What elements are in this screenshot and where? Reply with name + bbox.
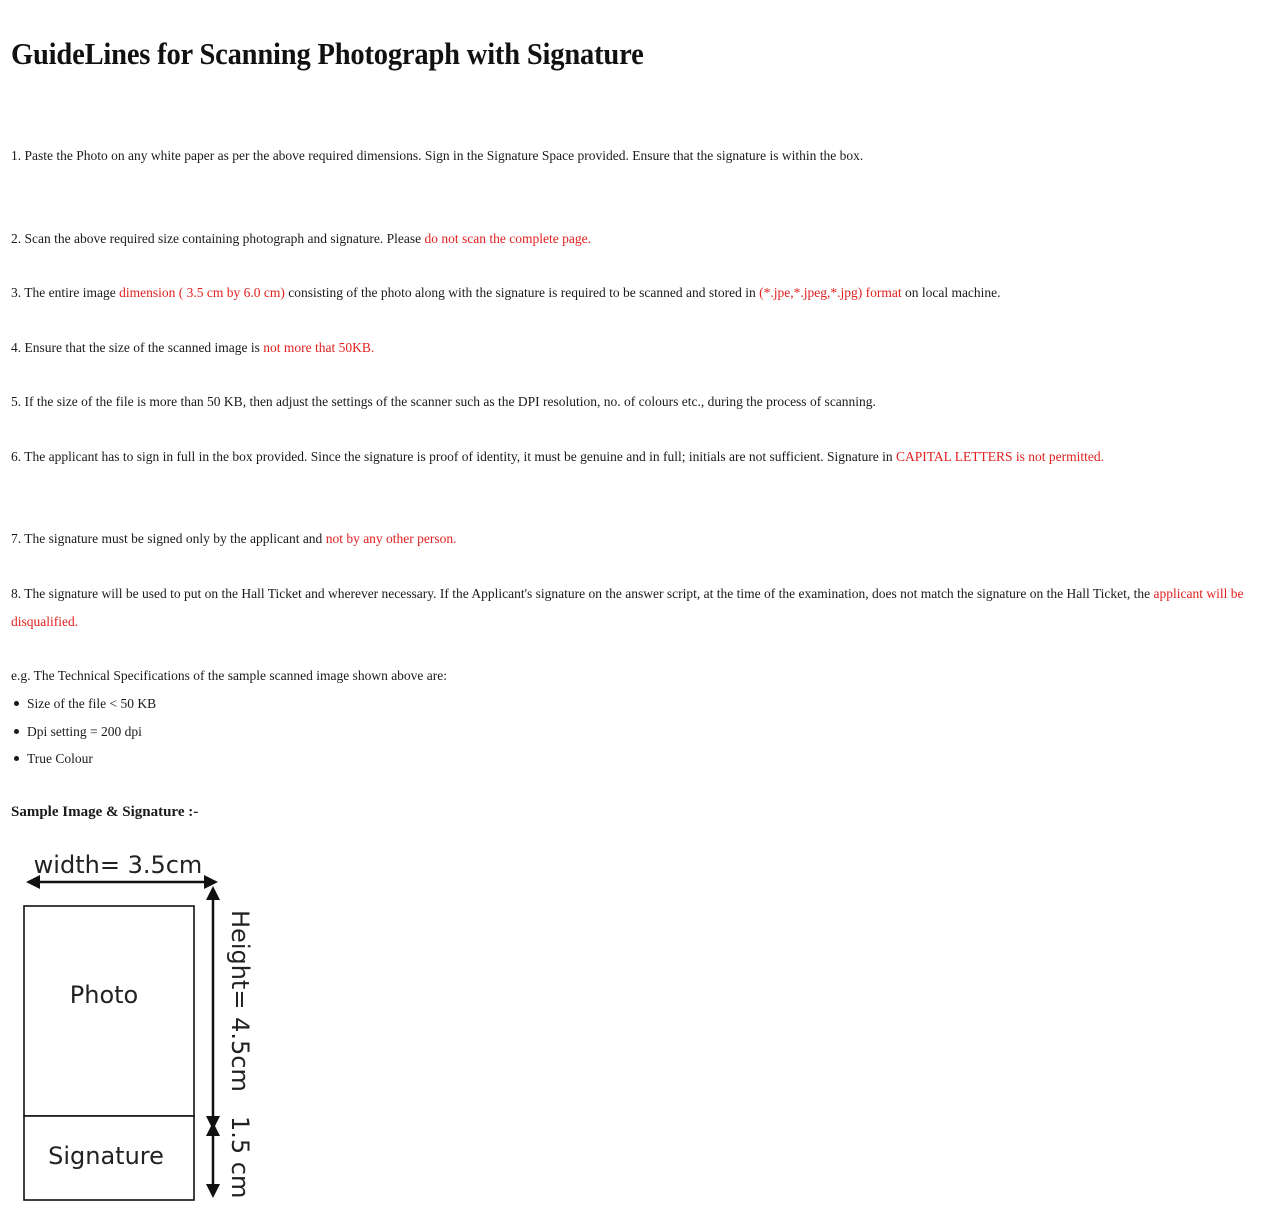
guideline-text: 2. Scan the above required size containi… [11, 231, 425, 246]
guideline-5: 5. If the size of the file is more than … [11, 388, 1269, 416]
signature-height-label: 1.5 cm [226, 1116, 254, 1198]
spec-intro: e.g. The Technical Specifications of the… [11, 668, 448, 683]
guideline-text: 7. The signature must be signed only by … [11, 531, 326, 546]
spec-item-file-size: Size of the file < 50 KB [11, 690, 156, 718]
sample-heading: Sample Image & Signature :- [11, 804, 199, 820]
guideline-8: 8. The signature will be used to put on … [11, 580, 1269, 636]
photo-label: Photo [70, 981, 138, 1009]
guideline-text: 4. Ensure that the size of the scanned i… [11, 340, 264, 355]
height-arrow [206, 886, 220, 1130]
guideline-text: 6. The applicant has to sign in full in … [11, 449, 896, 464]
guideline-text: 3. The entire image [11, 285, 120, 300]
emphasis-text: CAPITAL LETTERS is not permitted. [895, 449, 1104, 464]
spec-item-colour: True Colour [11, 745, 156, 773]
guideline-text: 1. Paste the Photo on any white paper as… [11, 148, 864, 163]
guideline-2: 2. Scan the above required size containi… [11, 225, 1269, 253]
guideline-4: 4. Ensure that the size of the scanned i… [11, 334, 1269, 362]
guideline-text: 5. If the size of the file is more than … [11, 394, 876, 409]
emphasis-text: not by any other person. [325, 531, 457, 546]
page-title: GuideLines for Scanning Photograph with … [11, 36, 644, 71]
emphasis-text: dimension ( 3.5 cm by 6.0 cm) [119, 285, 285, 300]
spec-item-dpi: Dpi setting = 200 dpi [11, 718, 156, 746]
height-label: Height= 4.5cm [226, 910, 254, 1092]
emphasis-text: do not scan the complete page. [424, 231, 591, 246]
guideline-6: 6. The applicant has to sign in full in … [11, 443, 1269, 471]
emphasis-text: not more that 50KB. [263, 340, 375, 355]
spec-list: Size of the file < 50 KB Dpi setting = 2… [11, 690, 156, 773]
emphasis-text: (*.jpe,*.jpeg,*.jpg) format [759, 285, 902, 300]
guideline-text: on local machine. [901, 285, 1001, 300]
guideline-7: 7. The signature must be signed only by … [11, 525, 1269, 553]
guideline-text: consisting of the photo along with the s… [284, 285, 760, 300]
guideline-text: 8. The signature will be used to put on … [11, 586, 1154, 601]
sample-dimension-diagram: width= 3.5cm Photo Signature Height= 4.5… [23, 851, 254, 1201]
signature-height-arrow [206, 1122, 220, 1198]
photo-box [23, 905, 195, 1117]
guideline-1: 1. Paste the Photo on any white paper as… [11, 142, 1269, 170]
guideline-3: 3. The entire image dimension ( 3.5 cm b… [11, 279, 1269, 307]
width-label: width= 3.5cm [34, 851, 203, 879]
signature-label: Signature [48, 1142, 164, 1170]
